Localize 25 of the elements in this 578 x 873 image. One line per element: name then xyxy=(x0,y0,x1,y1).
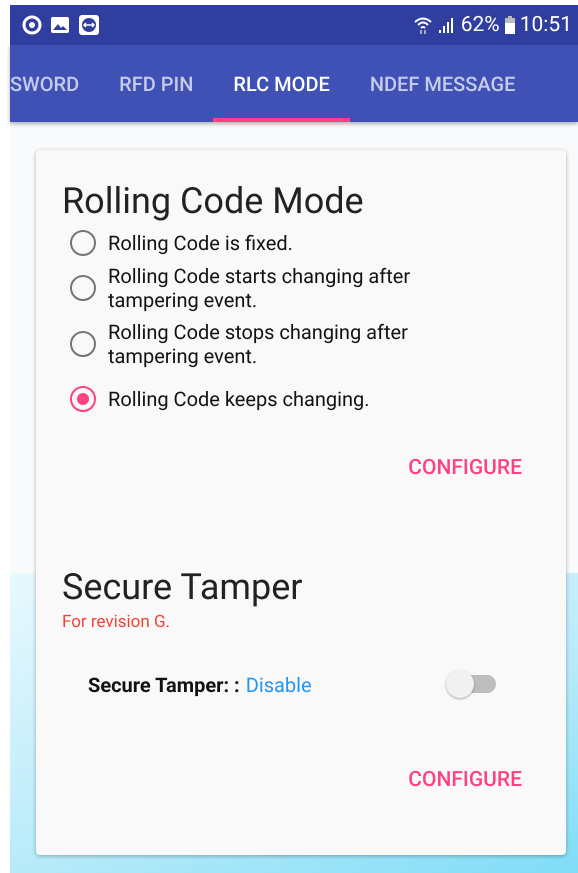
tab[interactable]: NDEF MESSAGE xyxy=(350,45,536,122)
battery-percent: 62% xyxy=(460,13,500,37)
image-icon xyxy=(50,16,70,34)
radio-button[interactable] xyxy=(70,275,96,301)
clock: 10:51 xyxy=(520,13,572,37)
radio-label: Rolling Code starts changing after tampering event. xyxy=(108,264,412,312)
secure-tamper-label: Secure Tamper: : xyxy=(88,673,240,697)
revision-note: For revision G. xyxy=(62,612,172,632)
radio-button[interactable] xyxy=(70,386,96,412)
secure-tamper-value: Disable xyxy=(246,673,313,697)
tab[interactable]: SWORD xyxy=(10,45,100,122)
remote-control-icon xyxy=(78,14,100,36)
radio-label: Rolling Code keeps changing. xyxy=(108,387,370,411)
radio-label: Rolling Code is fixed. xyxy=(108,231,293,255)
configure-button[interactable]: CONFIGURE xyxy=(408,764,522,796)
radio-label: Rolling Code stops changing after tampering event. xyxy=(108,320,409,368)
battery-icon xyxy=(504,16,515,34)
section-title: Rolling Code Mode xyxy=(62,180,365,222)
section-title: Secure Tamper xyxy=(62,566,304,608)
tab[interactable]: RFD PIN xyxy=(99,45,214,122)
radio-button[interactable] xyxy=(70,331,96,357)
radio-button[interactable] xyxy=(70,230,96,256)
signal-icon xyxy=(438,16,456,34)
wifi-icon xyxy=(412,15,433,35)
configure-button[interactable]: CONFIGURE xyxy=(408,452,522,484)
